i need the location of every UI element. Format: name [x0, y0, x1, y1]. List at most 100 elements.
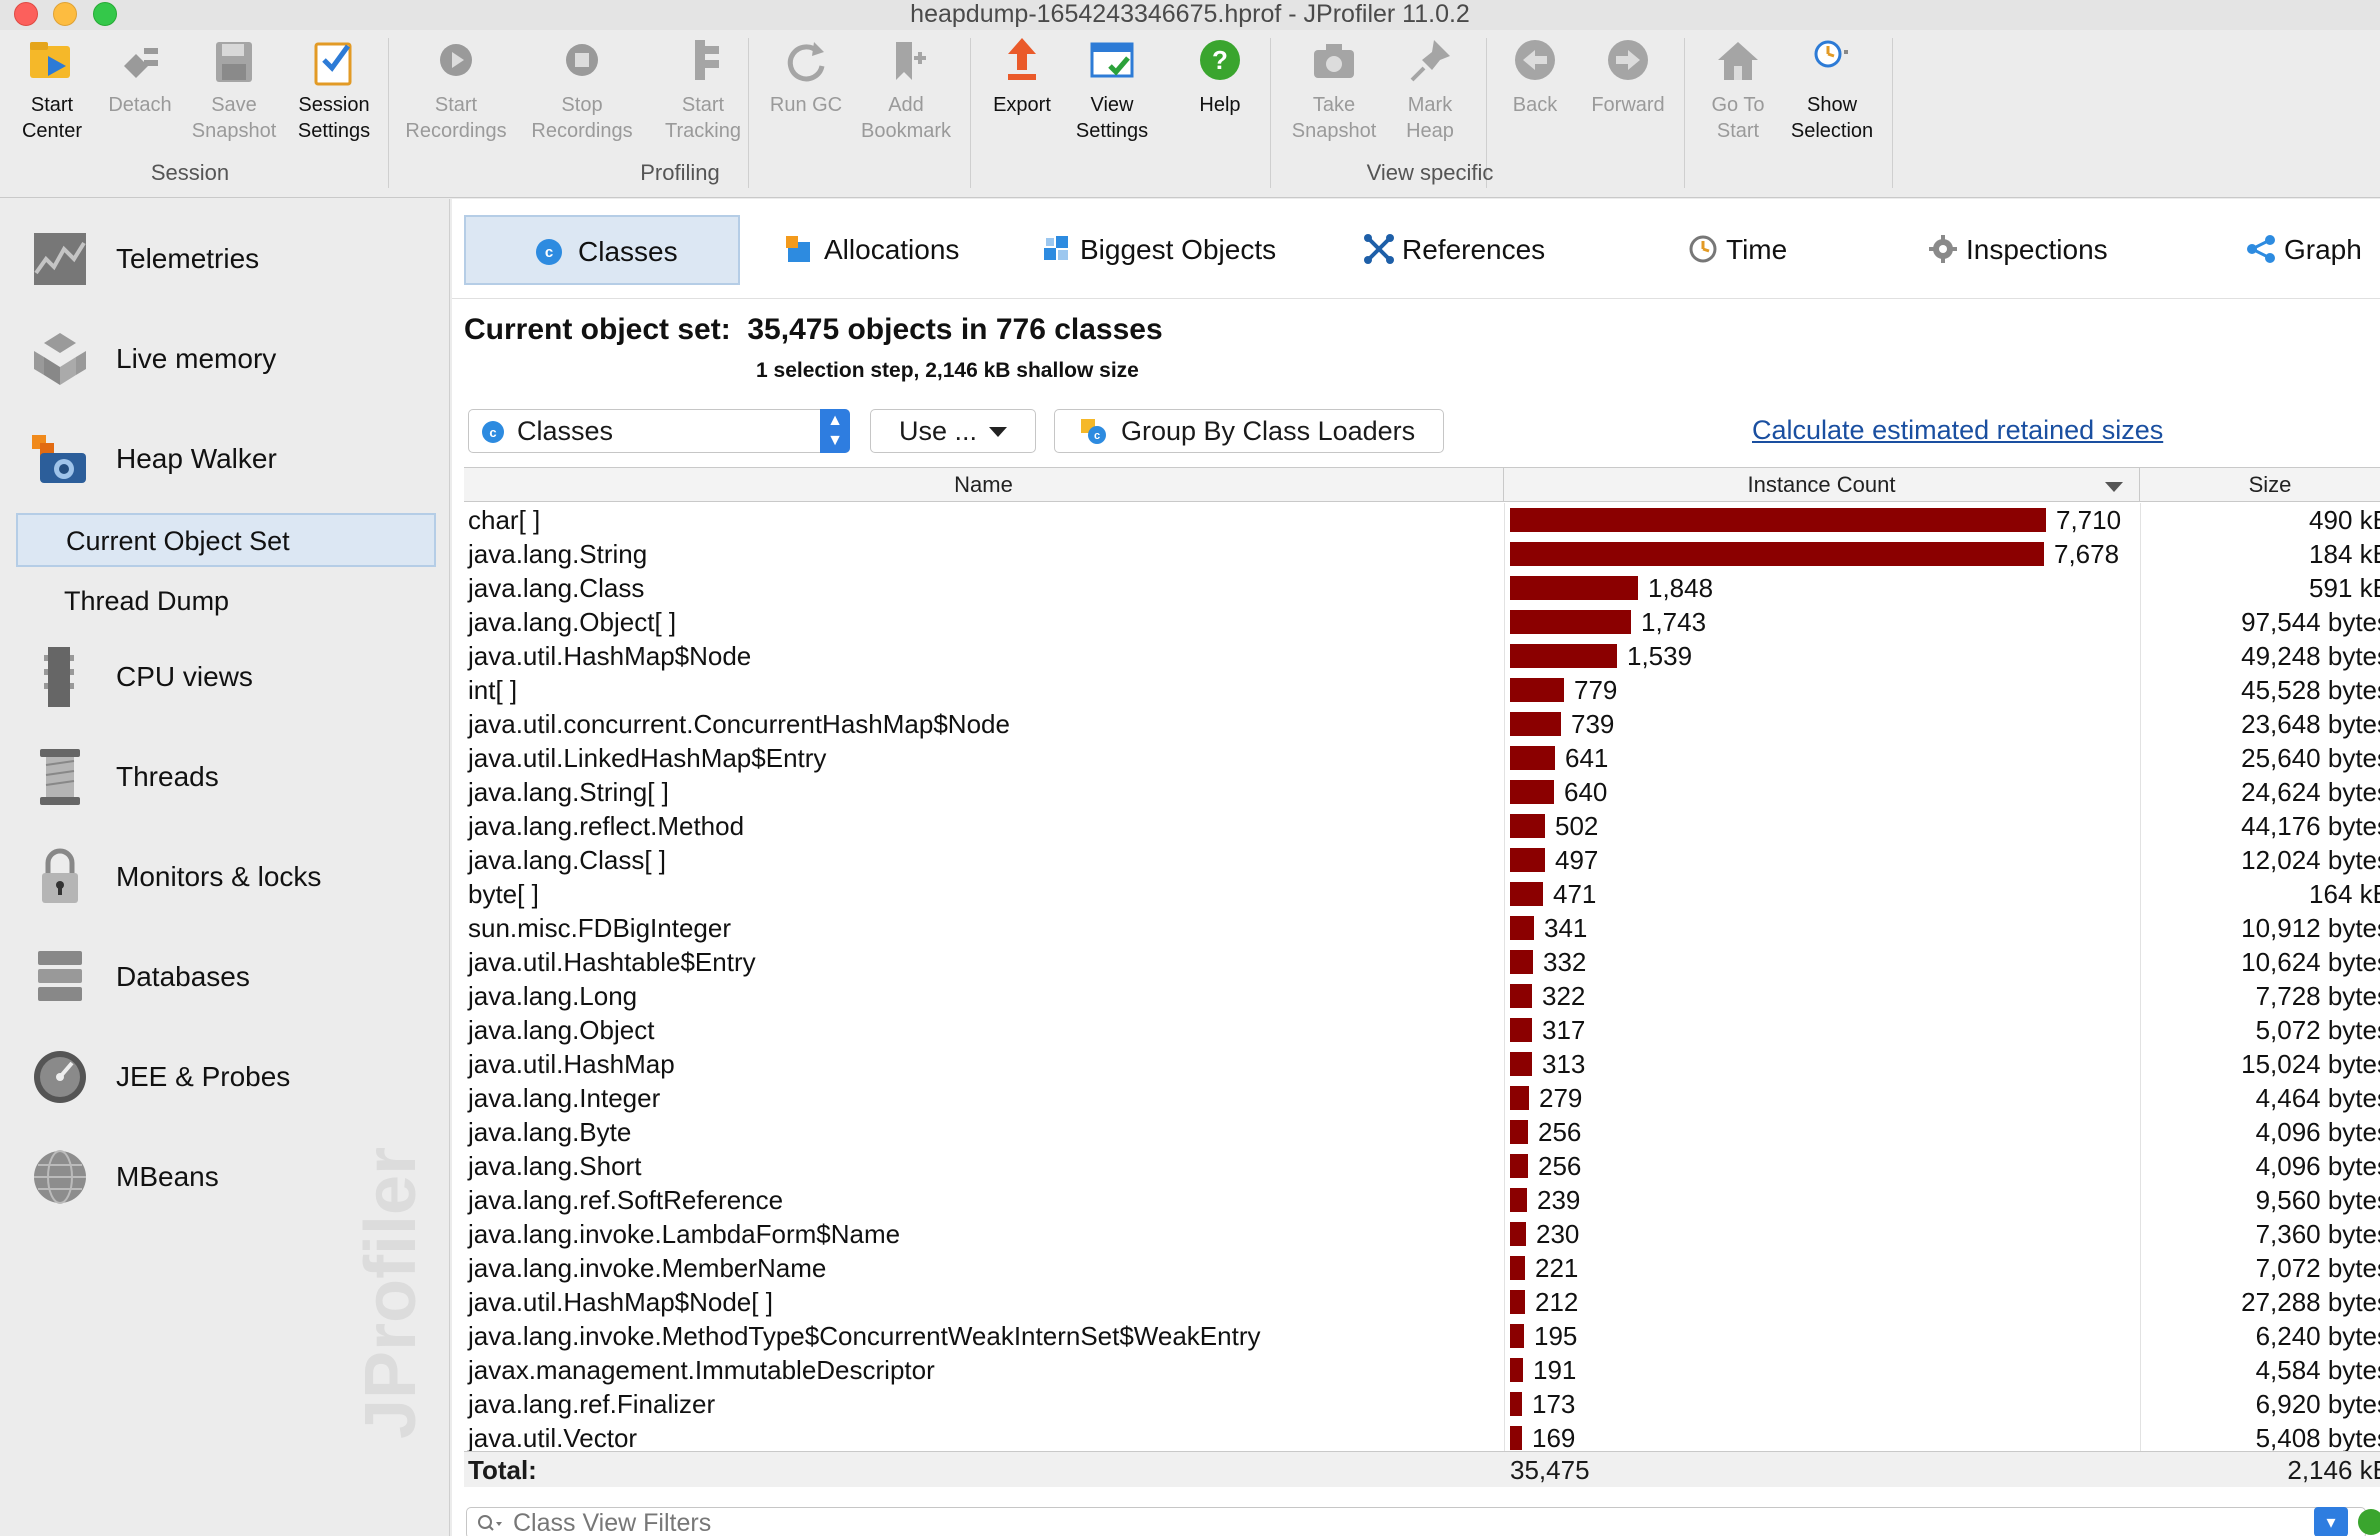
table-row[interactable]: java.util.concurrent.ConcurrentHashMap$N… — [464, 707, 2380, 741]
view-settings-button[interactable]: View Settings — [1068, 36, 1156, 144]
export-button[interactable]: Export — [980, 36, 1064, 118]
table-row[interactable]: java.lang.Short 256 4,096 bytes — [464, 1149, 2380, 1183]
table-row[interactable]: java.lang.Object[ ] 1,743 97,544 bytes — [464, 605, 2380, 639]
column-header-size[interactable]: Size — [2140, 468, 2380, 502]
size-cell: 164 kB — [2309, 879, 2380, 909]
tab-allocations[interactable]: Allocations — [786, 215, 959, 285]
filter-help-icon[interactable] — [2358, 1509, 2380, 1535]
table-row[interactable]: char[ ] 7,710 490 kB — [464, 503, 2380, 537]
size-cell: 6,240 bytes — [2255, 1321, 2380, 1351]
view-select-dropdown[interactable]: c Classes ▲ ▼ — [468, 409, 850, 453]
table-row[interactable]: java.util.Vector 169 5,408 bytes — [464, 1421, 2380, 1455]
table-row[interactable]: sun.misc.FDBigInteger 341 10,912 bytes — [464, 911, 2380, 945]
instance-count-cell: 212 — [1535, 1287, 1579, 1317]
forward-button[interactable]: Forward — [1580, 36, 1676, 118]
instance-count-cell: 471 — [1553, 879, 1597, 909]
sidebar-sub-thread-dump[interactable]: Thread Dump — [16, 575, 436, 629]
size-cell: 15,024 bytes — [2241, 1049, 2380, 1079]
table-row[interactable]: java.lang.Integer 279 4,464 bytes — [464, 1081, 2380, 1115]
bookmark-icon — [896, 42, 926, 80]
tab-classes[interactable]: c Classes — [464, 215, 740, 285]
home-icon — [1718, 42, 1758, 80]
session-settings-button[interactable]: Session Settings — [288, 36, 380, 144]
instance-count-cell: 221 — [1535, 1253, 1579, 1283]
mark-heap-button[interactable]: Mark Heap — [1386, 36, 1474, 144]
sidebar-item-jee-probes[interactable]: JEE & Probes — [30, 1037, 430, 1117]
tab-time[interactable]: Time — [1688, 215, 1787, 285]
column-header-instance-count[interactable]: Instance Count — [1504, 468, 2140, 502]
tab-references[interactable]: References — [1364, 215, 1545, 285]
group-by-class-loaders-button[interactable]: c Group By Class Loaders — [1054, 409, 1444, 453]
help-button[interactable]: ? Help — [1176, 36, 1264, 118]
size-cell: 23,648 bytes — [2241, 709, 2380, 739]
svg-text:c: c — [1094, 430, 1100, 442]
table-row[interactable]: java.util.HashMap 313 15,024 bytes — [464, 1047, 2380, 1081]
table-row[interactable]: java.util.LinkedHashMap$Entry 641 25,640 b… — [464, 741, 2380, 775]
table-row[interactable]: java.lang.ref.SoftReference 239 9,560 byte… — [464, 1183, 2380, 1217]
table-row[interactable]: java.lang.String[ ] 640 24,624 bytes — [464, 775, 2380, 809]
column-header-name[interactable]: Name — [464, 468, 1504, 502]
sidebar-item-heap-walker[interactable]: Heap Walker — [30, 419, 430, 499]
sidebar-item-telemetries[interactable]: Telemetries — [30, 219, 430, 299]
probes-icon — [34, 1051, 86, 1103]
total-instance-count: 35,475 — [1510, 1455, 1590, 1485]
table-row[interactable]: java.lang.invoke.MethodType$ConcurrentWe… — [464, 1319, 2380, 1353]
instance-count-cell: 169 — [1532, 1423, 1576, 1453]
table-row[interactable]: byte[ ] 471 164 kB — [464, 877, 2380, 911]
instance-count-bar — [1510, 508, 2046, 532]
total-label: Total: — [468, 1455, 537, 1485]
table-row[interactable]: java.lang.Class[ ] 497 12,024 bytes — [464, 843, 2380, 877]
sidebar-item-databases[interactable]: Databases — [30, 937, 430, 1017]
table-row[interactable]: java.lang.Object 317 5,072 bytes — [464, 1013, 2380, 1047]
add-bookmark-button[interactable]: Add Bookmark — [856, 36, 956, 144]
filter-dropdown-button[interactable]: ▾ — [2314, 1507, 2348, 1536]
heap-walker-main: c Classes Allocations Biggest Objects Re… — [452, 199, 2380, 1536]
detach-button[interactable]: Detach — [100, 36, 180, 118]
class-view-filter-input[interactable]: Class View Filters — [466, 1507, 2366, 1536]
go-to-start-button[interactable]: Go To Start — [1694, 36, 1782, 144]
instance-count-cell: 1,743 — [1641, 607, 1707, 637]
sidebar-sub-current-object-set[interactable]: Current Object Set — [16, 513, 436, 567]
start-recordings-button[interactable]: Start Recordings — [396, 36, 516, 144]
class-name-cell: java.lang.Byte — [468, 1117, 632, 1147]
sidebar-item-threads[interactable]: Threads — [30, 737, 430, 817]
tab-inspections[interactable]: Inspections — [1928, 215, 2108, 285]
instance-count-bar — [1510, 542, 2044, 566]
class-name-cell: java.lang.invoke.MemberName — [468, 1253, 827, 1283]
back-button[interactable]: Back — [1494, 36, 1576, 118]
table-row[interactable]: java.lang.ref.Finalizer 173 6,920 bytes — [464, 1387, 2380, 1421]
sidebar-item-cpu-views[interactable]: CPU views — [30, 637, 430, 717]
table-row[interactable]: java.lang.String 7,678 184 kB — [464, 537, 2380, 571]
tab-graph[interactable]: Graph — [2246, 215, 2362, 285]
table-row[interactable]: java.util.HashMap$Node[ ] 212 27,288 bytes — [464, 1285, 2380, 1319]
instance-count-bar — [1510, 1222, 1526, 1246]
table-row[interactable]: java.util.Hashtable$Entry 332 10,624 bytes — [464, 945, 2380, 979]
tab-biggest-objects[interactable]: Biggest Objects — [1042, 215, 1276, 285]
size-cell: 184 kB — [2309, 539, 2380, 569]
table-row[interactable]: java.lang.Byte 256 4,096 bytes — [464, 1115, 2380, 1149]
use-menu-button[interactable]: Use ... — [870, 409, 1036, 453]
instance-count-bar — [1510, 916, 1534, 940]
instance-count-bar — [1510, 1018, 1532, 1042]
show-selection-button[interactable]: Show Selection — [1786, 36, 1878, 144]
start-center-button[interactable]: Start Center — [12, 36, 92, 144]
calculate-retained-sizes-link[interactable]: Calculate estimated retained sizes — [1752, 415, 2163, 446]
table-row[interactable]: java.lang.invoke.MemberName 221 7,072 byte… — [464, 1251, 2380, 1285]
table-row[interactable]: javax.management.ImmutableDescriptor 191 4… — [464, 1353, 2380, 1387]
sidebar-item-live-memory[interactable]: Live memory — [30, 319, 430, 399]
table-row[interactable]: java.lang.Class 1,848 591 kB — [464, 571, 2380, 605]
table-row[interactable]: java.lang.invoke.LambdaForm$Name 230 7,360… — [464, 1217, 2380, 1251]
start-tracking-button[interactable]: Start Tracking — [648, 36, 758, 144]
stop-recordings-button[interactable]: Stop Recordings — [522, 36, 642, 144]
size-cell: 97,544 bytes — [2241, 607, 2380, 637]
instance-count-bar — [1510, 1256, 1525, 1280]
table-row[interactable]: java.lang.reflect.Method 502 44,176 bytes — [464, 809, 2380, 843]
run-gc-button[interactable]: Run GC — [756, 36, 856, 118]
table-row[interactable]: int[ ] 779 45,528 bytes — [464, 673, 2380, 707]
table-row[interactable]: java.lang.Long 322 7,728 bytes — [464, 979, 2380, 1013]
search-icon — [478, 1515, 502, 1531]
save-snapshot-button[interactable]: Save Snapshot — [188, 36, 280, 144]
take-snapshot-button[interactable]: Take Snapshot — [1282, 36, 1386, 144]
sidebar-item-monitors-locks[interactable]: Monitors & locks — [30, 837, 430, 917]
table-row[interactable]: java.util.HashMap$Node 1,539 49,248 bytes — [464, 639, 2380, 673]
